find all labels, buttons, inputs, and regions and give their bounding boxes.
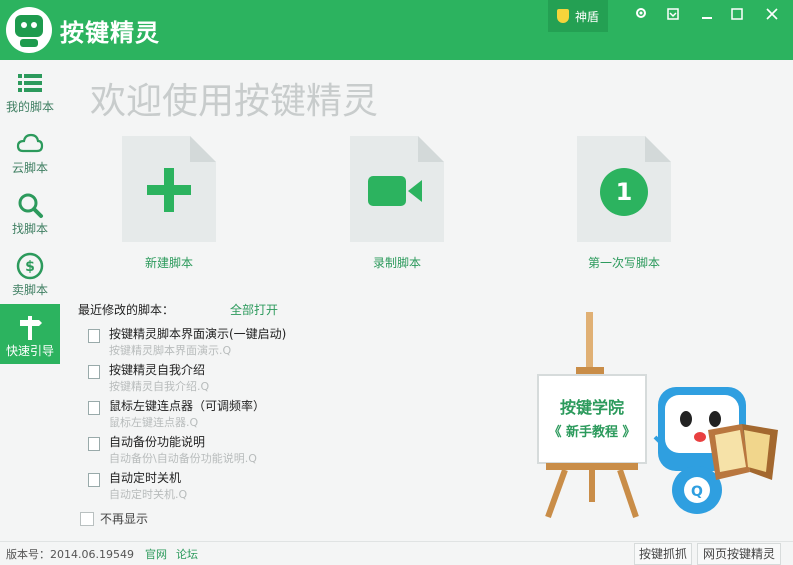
cloud-icon (16, 133, 44, 153)
number-one-text: 1 (616, 178, 633, 206)
sidebar-item-label: 卖脚本 (11, 283, 48, 297)
new-script-card[interactable] (122, 136, 216, 242)
sidebar: 我的脚本 云脚本 找脚本 $ 卖脚本 快速引导 (0, 60, 60, 540)
sidebar-item-sell-scripts[interactable]: $ 卖脚本 (0, 243, 60, 303)
title-bar: 按键精灵 神盾 (0, 0, 793, 60)
list-item[interactable]: 按键精灵自我介绍 按键精灵自我介绍.Q (88, 361, 408, 397)
sidebar-item-label: 我的脚本 (5, 100, 54, 114)
shield-label: 神盾 (574, 9, 599, 24)
script-file-icon (88, 329, 100, 343)
number-one-icon: 1 (600, 168, 648, 216)
script-path: 自动备份\自动备份功能说明.Q (109, 452, 257, 465)
version-label: 版本号：2014.06.19549 (6, 548, 134, 561)
no-show-checkbox[interactable] (80, 511, 94, 526)
script-name[interactable]: 鼠标左键连点器（可调频率） (109, 397, 265, 414)
list-item[interactable]: 自动定时关机 自动定时关机.Q (88, 469, 408, 505)
script-name[interactable]: 自动定时关机 (109, 469, 181, 486)
signpost-icon (20, 316, 42, 340)
sidebar-item-quick-guide[interactable]: 快速引导 (0, 304, 60, 364)
list-icon (18, 74, 42, 92)
new-script-label[interactable]: 新建脚本 (89, 254, 249, 271)
sidebar-item-label: 快速引导 (5, 344, 54, 358)
script-name[interactable]: 按键精灵自我介绍 (109, 361, 205, 378)
list-item[interactable]: 鼠标左键连点器（可调频率） 鼠标左键连点器.Q (88, 397, 408, 433)
dollar-icon: $ (16, 252, 44, 280)
script-file-icon (88, 401, 100, 415)
close-icon[interactable] (762, 6, 782, 26)
script-name[interactable]: 按键精灵脚本界面演示(一键启动) (109, 325, 286, 342)
board (537, 374, 647, 464)
no-show-option[interactable]: 不再显示 (80, 510, 148, 527)
shield-icon (556, 9, 569, 23)
skin-menu-icon[interactable] (663, 6, 683, 26)
script-file-icon (88, 365, 100, 379)
shield-button[interactable]: 神盾 (548, 0, 608, 32)
app-title: 按键精灵 (60, 19, 160, 47)
official-site-link[interactable]: 官网 (145, 546, 167, 562)
sidebar-item-cloud-scripts[interactable]: 云脚本 (0, 121, 60, 181)
list-item[interactable]: 自动备份功能说明 自动备份\自动备份功能说明.Q (88, 433, 408, 469)
search-icon (18, 193, 43, 218)
mascot-illustration: 按键学院 《 新手教程 》 Q (537, 312, 778, 519)
app-logo-icon (6, 7, 52, 53)
first-script-card[interactable]: 1 (577, 136, 671, 242)
open-all-link[interactable]: 全部打开 (230, 301, 278, 318)
maximize-icon[interactable] (727, 6, 747, 26)
recent-scripts-title: 最近修改的脚本： (78, 303, 175, 317)
script-path: 鼠标左键连点器.Q (109, 416, 199, 429)
first-script-label[interactable]: 第一次写脚本 (544, 254, 704, 271)
record-script-label[interactable]: 录制脚本 (317, 254, 477, 271)
settings-gear-icon[interactable] (631, 6, 651, 26)
capture-tool-button[interactable]: 按键抓抓 (634, 543, 692, 565)
minimize-icon[interactable] (697, 6, 717, 26)
forum-link[interactable]: 论坛 (176, 546, 198, 562)
status-bar: 版本号：2014.06.19549 官网 论坛 按键抓抓 网页按键精灵 (0, 541, 793, 565)
script-path: 自动定时关机.Q (109, 488, 188, 501)
web-version-button[interactable]: 网页按键精灵 (697, 543, 781, 565)
plus-icon (147, 168, 191, 212)
board-line-1: 按键学院 (560, 398, 624, 417)
no-show-label: 不再显示 (100, 512, 149, 526)
script-file-icon (88, 473, 100, 487)
record-script-card[interactable] (350, 136, 444, 242)
list-item[interactable]: 按键精灵脚本界面演示(一键启动) 按键精灵脚本界面演示.Q (88, 325, 408, 361)
robot-badge: Q (691, 484, 703, 500)
sidebar-item-find-scripts[interactable]: 找脚本 (0, 182, 60, 242)
script-path: 按键精灵脚本界面演示.Q (109, 344, 232, 357)
script-file-icon (88, 437, 100, 451)
script-path: 按键精灵自我介绍.Q (109, 380, 210, 393)
board-line-2: 《 新手教程 》 (548, 424, 635, 440)
easel-top (586, 312, 593, 372)
svg-text:$: $ (25, 259, 35, 275)
script-name[interactable]: 自动备份功能说明 (109, 433, 205, 450)
welcome-heading: 欢迎使用按键精灵 (90, 81, 379, 122)
sidebar-item-my-scripts[interactable]: 我的脚本 (0, 60, 60, 120)
sidebar-item-label: 找脚本 (11, 222, 48, 236)
sidebar-item-label: 云脚本 (11, 161, 48, 175)
video-camera-icon (368, 176, 422, 206)
